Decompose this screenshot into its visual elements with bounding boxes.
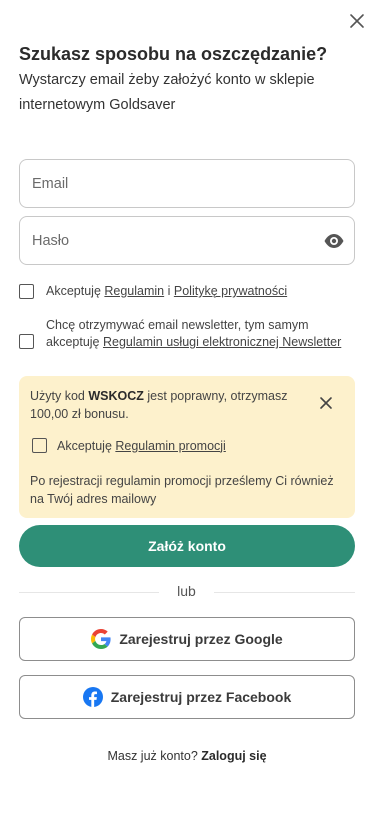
password-field-wrapper	[19, 216, 355, 265]
regulamin-link[interactable]: Regulamin	[104, 284, 164, 298]
terms-label: Akceptuję Regulamin i Politykę prywatnoś…	[46, 283, 287, 300]
create-account-button[interactable]: Załóż konto	[19, 525, 355, 567]
promo-terms-row: Akceptuję Regulamin promocji	[32, 438, 226, 453]
remove-promo-icon[interactable]	[318, 395, 334, 411]
promo-msg-prefix: Użyty kod	[30, 389, 89, 403]
google-signup-button[interactable]: Zarejestruj przez Google	[19, 617, 355, 661]
login-prompt: Masz już konto? Zaloguj się	[0, 749, 374, 763]
divider-right	[214, 592, 355, 593]
close-icon[interactable]	[346, 10, 368, 32]
facebook-signup-label: Zarejestruj przez Facebook	[110, 689, 292, 705]
promo-code-box: Użyty kod WSKOCZ jest poprawny, otrzymas…	[19, 376, 355, 518]
promo-terms-link[interactable]: Regulamin promocji	[115, 439, 225, 453]
terms-and: i	[164, 284, 174, 298]
promo-terms-label: Akceptuję Regulamin promocji	[57, 439, 226, 453]
newsletter-terms-link[interactable]: Regulamin usługi elektronicznej Newslett…	[103, 335, 341, 349]
login-question: Masz już konto?	[107, 749, 202, 763]
divider-left	[19, 592, 159, 593]
google-signup-label: Zarejestruj przez Google	[119, 631, 283, 647]
google-icon	[91, 629, 111, 649]
or-separator: lub	[177, 583, 196, 599]
page-title: Szukasz sposobu na oszczędzanie?	[19, 44, 328, 64]
page-subtitle: Wystarczy email żeby założyć konto w skl…	[19, 72, 315, 113]
newsletter-checkbox[interactable]	[19, 334, 34, 349]
email-field[interactable]	[20, 160, 354, 207]
terms-row: Akceptuję Regulamin i Politykę prywatnoś…	[19, 283, 287, 300]
email-field-wrapper	[19, 159, 355, 208]
promo-code: WSKOCZ	[88, 389, 144, 403]
password-field[interactable]	[20, 217, 354, 264]
promo-terms-checkbox[interactable]	[32, 438, 47, 453]
newsletter-label: Chcę otrzymywać email newsletter, tym sa…	[46, 317, 344, 351]
facebook-signup-button[interactable]: Zarejestruj przez Facebook	[19, 675, 355, 719]
privacy-policy-link[interactable]: Politykę prywatności	[174, 284, 287, 298]
terms-checkbox[interactable]	[19, 284, 34, 299]
promo-check-prefix: Akceptuję	[57, 438, 116, 453]
facebook-icon	[82, 687, 103, 707]
promo-message: Użyty kod WSKOCZ jest poprawny, otrzymas…	[30, 387, 290, 423]
promo-note: Po rejestracji regulamin promocji prześl…	[30, 474, 334, 506]
terms-prefix: Akceptuję	[46, 284, 105, 298]
login-link[interactable]: Zaloguj się	[201, 749, 266, 763]
show-password-icon[interactable]	[323, 231, 345, 251]
newsletter-row: Chcę otrzymywać email newsletter, tym sa…	[19, 317, 344, 351]
